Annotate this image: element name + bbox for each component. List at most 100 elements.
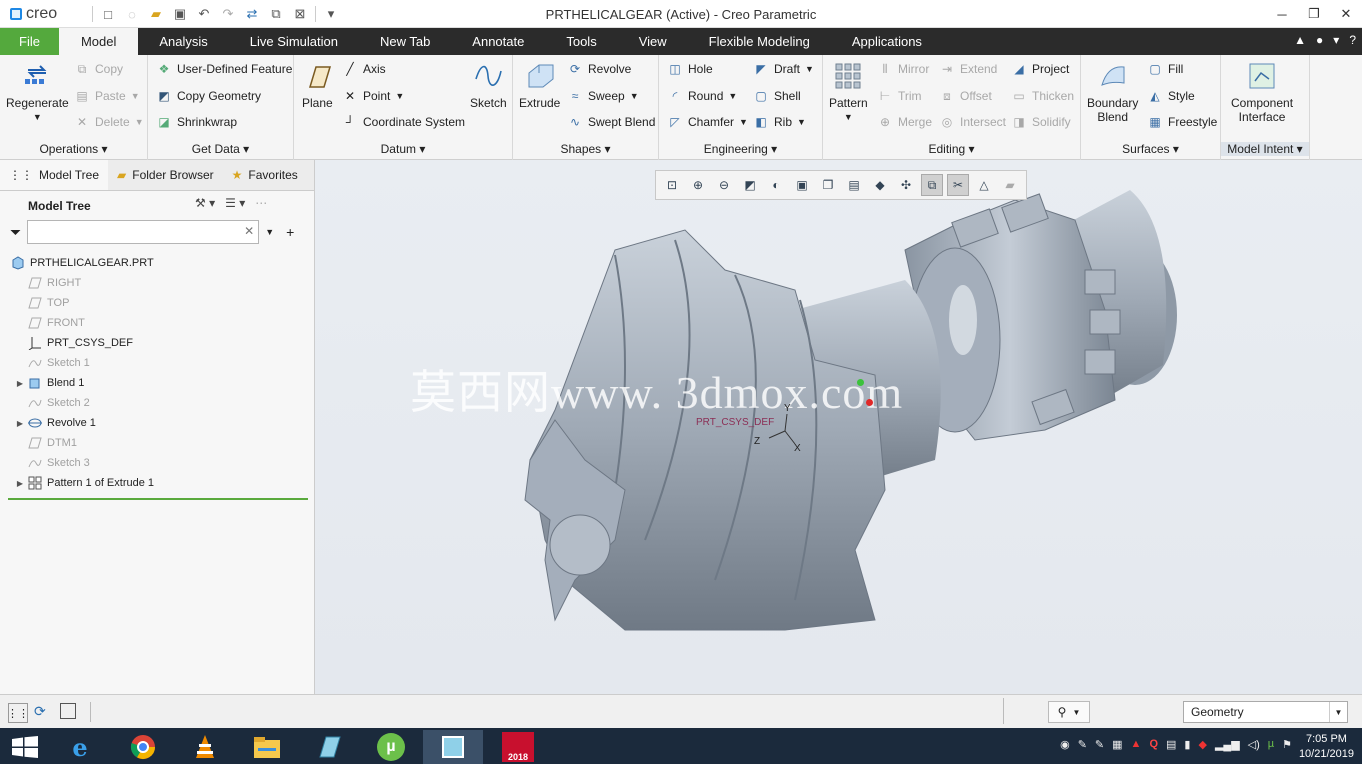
tray-chrome-icon[interactable]: ◉ (1060, 738, 1070, 751)
tree-item[interactable]: Sketch 1 (0, 353, 315, 373)
chamfer-button[interactable]: ◸ Chamfer ▼ (667, 114, 748, 130)
surfaces-group-label[interactable]: Surfaces ▾ (1081, 142, 1220, 156)
redo-icon[interactable]: ↷ (219, 5, 237, 23)
tray-acrobat-icon[interactable]: ◆ (1198, 738, 1206, 751)
merge-button[interactable]: ⊕ Merge (877, 114, 932, 130)
repaint-icon[interactable]: ◩ (739, 174, 761, 196)
operations-group-label[interactable]: Operations ▾ (0, 142, 147, 156)
swept-blend-button[interactable]: ∿ Swept Blend (567, 114, 655, 130)
paste-button[interactable]: ▤ Paste ▼ (74, 88, 139, 104)
app-taskbar-button[interactable] (299, 730, 359, 764)
display-style-icon[interactable]: ▣ (791, 174, 813, 196)
open-folder-icon[interactable]: ▰ (147, 5, 165, 23)
tray-device-icon[interactable]: ▮ (1184, 738, 1190, 751)
copy-geometry-button[interactable]: ◩ Copy Geometry (156, 88, 261, 104)
tree-item[interactable]: ▶ Revolve 1 (0, 413, 315, 433)
windows-icon[interactable]: ⧉ (267, 5, 285, 23)
fill-button[interactable]: ▢ Fill (1147, 61, 1183, 77)
tree-item[interactable]: TOP (0, 293, 315, 313)
tab-analysis[interactable]: Analysis (138, 28, 228, 55)
tab-file[interactable]: File (0, 28, 59, 55)
zoom-in-icon[interactable]: ⊕ (687, 174, 709, 196)
selection-filter-select[interactable]: Geometry ▼ (1183, 701, 1348, 723)
expand-arrow-icon[interactable]: ▶ (13, 479, 27, 488)
tab-favorites[interactable]: ★ Favorites (223, 160, 307, 190)
shapes-group-label[interactable]: Shapes ▾ (513, 142, 658, 156)
pattern-button[interactable]: Pattern ▼ (829, 61, 868, 124)
tree-columns-icon[interactable]: ⋯ (255, 196, 267, 210)
tree-settings-icon[interactable]: ⚒ ▾ (195, 196, 215, 210)
tray-app-icon[interactable]: ✎ (1095, 738, 1104, 751)
show-browser-icon[interactable]: ⟳ (34, 703, 46, 720)
tab-flexible-modeling[interactable]: Flexible Modeling (688, 28, 831, 55)
tray-app-icon[interactable]: ▦ (1112, 738, 1122, 751)
tree-show-icon[interactable]: ☰ ▾ (225, 196, 245, 210)
regenerate-button[interactable]: Regenerate ▼ (6, 61, 69, 124)
tab-new-tab[interactable]: New Tab (359, 28, 451, 55)
close-window-icon[interactable]: ⊠ (291, 5, 309, 23)
tray-utorrent-icon[interactable]: µ (1268, 738, 1274, 751)
start-button[interactable] (0, 730, 50, 764)
perspective-icon[interactable]: ◐ (765, 174, 787, 196)
zoom-out-icon[interactable]: ⊖ (713, 174, 735, 196)
shrinkwrap-button[interactable]: ◪ Shrinkwrap (156, 114, 237, 130)
tab-model-tree[interactable]: ⋮⋮ Model Tree (0, 160, 109, 190)
delete-button[interactable]: ✕ Delete ▼ (74, 114, 144, 130)
model-intent-group-label[interactable]: Model Intent ▾ (1221, 142, 1309, 156)
udf-button[interactable]: ❖ User-Defined Feature (156, 61, 293, 77)
tray-app-icon[interactable]: ✎ (1078, 738, 1087, 751)
model-tree-search-input[interactable] (27, 220, 260, 244)
tray-q-icon[interactable]: Q (1149, 738, 1158, 751)
tree-item[interactable]: ▶ Blend 1 (0, 373, 315, 393)
axis-button[interactable]: ╱ Axis (342, 61, 385, 77)
open-dropdown-icon[interactable]: ◌ (123, 5, 141, 23)
hole-button[interactable]: ◫ Hole (667, 61, 712, 77)
save-icon[interactable]: ▣ (171, 5, 189, 23)
tree-item[interactable]: RIGHT (0, 273, 315, 293)
refit-icon[interactable]: ⊡ (661, 174, 683, 196)
tab-applications[interactable]: Applications (831, 28, 943, 55)
filter-icon[interactable]: ⏷ (10, 224, 21, 241)
tree-item[interactable]: Sketch 2 (0, 393, 315, 413)
annotation-display-icon[interactable]: ⧉ (921, 174, 943, 196)
engineering-group-label[interactable]: Engineering ▾ (659, 142, 822, 156)
datum-display-icon[interactable]: ✣ (895, 174, 917, 196)
expand-arrow-icon[interactable]: ▶ (13, 419, 27, 428)
extend-button[interactable]: ⇥ Extend (939, 61, 997, 77)
notification-icon[interactable]: ● (1316, 33, 1323, 47)
mirror-button[interactable]: ⫴ Mirror (877, 61, 929, 77)
sweep-button[interactable]: ≈ Sweep ▼ (567, 88, 639, 104)
datum-group-label[interactable]: Datum ▾ (294, 142, 512, 156)
gear-model[interactable] (315, 160, 1362, 694)
utorrent-taskbar-button[interactable]: µ (361, 730, 421, 764)
spin-center-icon[interactable]: ✂ (947, 174, 969, 196)
customize-dropdown-icon[interactable]: ▾ (322, 5, 340, 23)
tree-item[interactable]: ▶ Pattern 1 of Extrude 1 (0, 473, 315, 493)
tab-annotate[interactable]: Annotate (451, 28, 545, 55)
boundary-blend-button[interactable]: Boundary Blend (1087, 61, 1138, 124)
view-normal-icon[interactable]: ▰ (999, 174, 1021, 196)
rib-button[interactable]: ◧ Rib ▼ (753, 114, 806, 130)
find-icon[interactable]: ⚲ ▼ (1048, 701, 1090, 723)
sketch-button[interactable]: Sketch (470, 61, 507, 110)
collapse-ribbon-icon[interactable]: ▲ (1294, 33, 1306, 47)
offset-button[interactable]: ⧈ Offset (939, 88, 992, 104)
tab-model[interactable]: Model (58, 28, 139, 55)
plane-button[interactable]: Plane (302, 61, 333, 110)
ie-taskbar-button[interactable]: e (50, 730, 110, 764)
coordinate-system-button[interactable]: ┘ Coordinate System (342, 114, 465, 130)
tray-app-icon[interactable]: ▤ (1166, 738, 1176, 751)
graphics-area[interactable]: 莫西网www. 3dmox.com PRT_CSYS_DEF Y Z X ⊡ ⊕… (315, 160, 1362, 694)
network-icon[interactable]: ▂▄▆ (1215, 738, 1240, 751)
solidify-button[interactable]: ◨ Solidify (1011, 114, 1070, 130)
clock[interactable]: 7:05 PM 10/21/2019 (1299, 732, 1354, 762)
show-navigator-icon[interactable]: ⋮⋮ (7, 703, 29, 723)
community-icon[interactable]: ▾ (1333, 33, 1339, 47)
tab-live-simulation[interactable]: Live Simulation (229, 28, 359, 55)
draft-button[interactable]: ◤ Draft ▼ (753, 61, 814, 77)
project-button[interactable]: ◢ Project (1011, 61, 1069, 77)
full-screen-icon[interactable] (60, 703, 76, 719)
filter-dropdown-icon[interactable]: ▼ (265, 227, 274, 237)
solidworks-taskbar-button[interactable]: 2018 (488, 730, 548, 764)
tab-tools[interactable]: Tools (545, 28, 617, 55)
